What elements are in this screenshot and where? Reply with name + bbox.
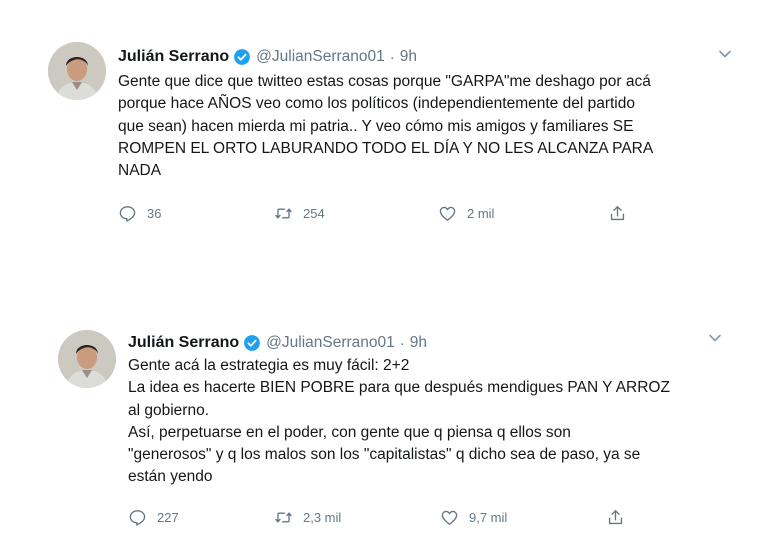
retweet-button[interactable]: 254 [274,204,325,223]
like-count: 9,7 mil [469,510,508,525]
heart-icon [439,206,456,221]
separator-dot: · [389,48,395,66]
display-name[interactable]: Julián Serrano [128,334,239,352]
like-button[interactable]: 9,7 mil [440,508,507,527]
share-button[interactable] [608,204,637,223]
retweet-icon [275,208,292,219]
like-count: 2 mil [467,206,495,221]
separator-dot: · [399,334,405,352]
share-icon [610,206,625,221]
tweet-text: Gente que dice que twitteo estas cosas p… [118,71,728,182]
verified-badge-icon [244,335,261,351]
user-handle[interactable]: @JulianSerrano01 [266,334,395,352]
verified-badge-icon [234,49,251,65]
reply-icon [119,206,136,222]
chevron-down-icon[interactable] [717,46,733,62]
tweet-text-content: Gente que dice que twitteo estas cosas p… [118,73,654,180]
retweet-icon [275,512,292,523]
reply-count: 227 [157,510,179,525]
reply-button[interactable]: 227 [128,508,179,527]
avatar[interactable] [48,42,106,100]
like-button[interactable]: 2 mil [438,204,494,223]
tweet-text: Gente acá la estrategia es muy fácil: 2+… [128,355,728,489]
reply-icon [129,510,146,526]
tweet-timestamp[interactable]: 9h [400,48,417,66]
retweet-button[interactable]: 2,3 mil [274,508,341,527]
display-name[interactable]: Julián Serrano [118,48,229,66]
share-button[interactable] [606,508,635,527]
chevron-down-icon[interactable] [707,330,723,346]
user-handle[interactable]: @JulianSerrano01 [256,48,385,66]
share-icon [608,510,623,525]
retweet-count: 2,3 mil [303,510,342,525]
retweet-count: 254 [303,206,325,221]
tweet-timestamp[interactable]: 9h [410,334,427,352]
heart-icon [441,510,458,525]
avatar[interactable] [58,330,116,388]
reply-button[interactable]: 36 [118,204,161,223]
reply-count: 36 [147,206,162,221]
tweet-text-content: Gente acá la estrategia es muy fácil: 2+… [128,357,670,486]
